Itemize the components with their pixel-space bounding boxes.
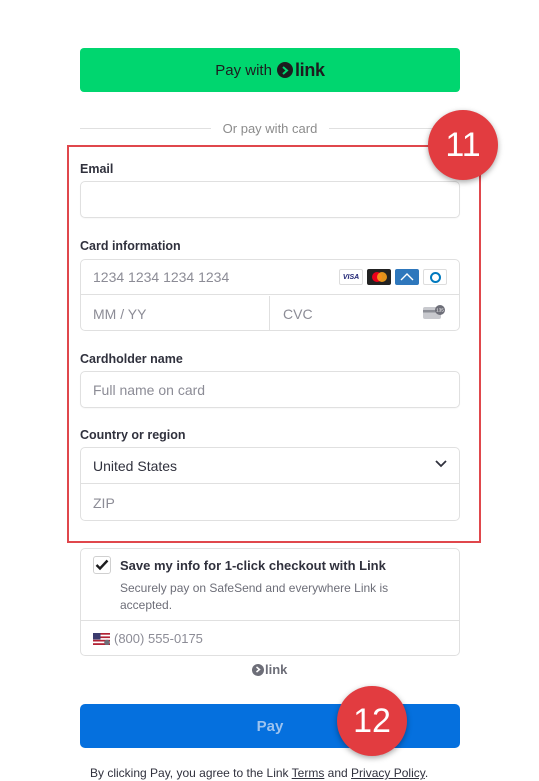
legal-text: By clicking Pay, you agree to the Link T… — [90, 766, 460, 780]
us-flag-icon — [93, 632, 110, 645]
privacy-policy-link[interactable]: Privacy Policy — [351, 766, 425, 780]
phone-input[interactable] — [114, 631, 314, 646]
link-arrow-icon — [276, 62, 293, 78]
checkmark-icon — [95, 559, 109, 571]
link-save-info-box: Save my info for 1-click checkout with L… — [80, 548, 460, 656]
link-logo: link — [276, 59, 325, 81]
phone-row — [81, 620, 459, 656]
or-divider: Or pay with card — [80, 118, 460, 138]
annotation-badge-11: 11 — [428, 110, 498, 180]
terms-link[interactable]: Terms — [292, 766, 325, 780]
legal-and: and — [324, 766, 352, 780]
save-info-checkbox[interactable] — [93, 556, 111, 574]
form-highlight-box — [67, 145, 481, 543]
save-info-title: Save my info for 1-click checkout with L… — [120, 558, 386, 573]
pay-with-link-button[interactable]: Pay with link — [80, 48, 460, 92]
legal-suffix: . — [424, 766, 429, 780]
pay-with-label: Pay with — [215, 61, 272, 79]
link-brand-text: link — [294, 59, 325, 80]
legal-prefix: By clicking Pay, you agree to the Link — [90, 766, 292, 780]
annotation-badge-12: 12 — [337, 686, 407, 756]
link-arrow-icon — [252, 663, 264, 676]
divider-line-left — [80, 127, 211, 129]
link-footer-text: link — [265, 662, 288, 677]
or-pay-with-card-text: Or pay with card — [222, 120, 318, 136]
save-info-description: Securely pay on SafeSend and everywhere … — [120, 581, 389, 612]
link-footer-logo: link — [252, 662, 287, 677]
